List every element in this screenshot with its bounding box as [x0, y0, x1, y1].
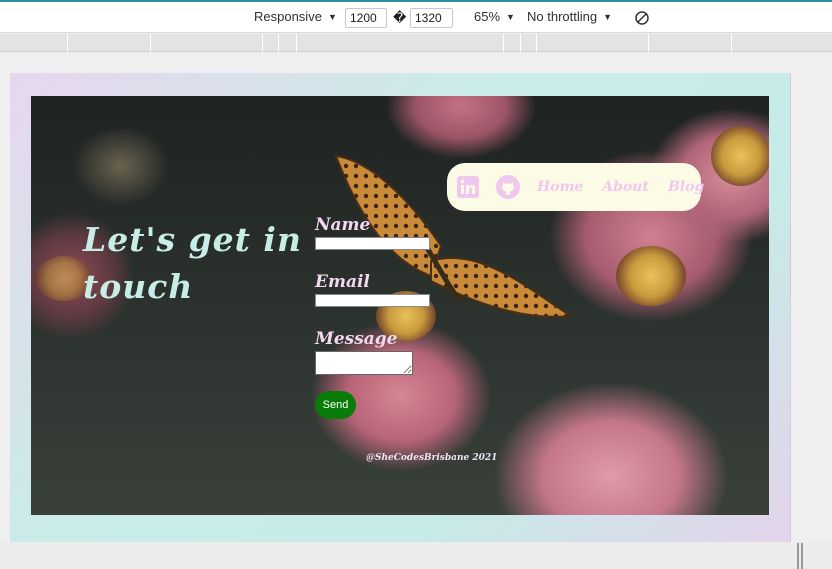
chevron-down-icon: ▼ [603, 11, 613, 22]
throttling-dropdown[interactable]: No throttling ▼ [527, 9, 612, 24]
flower-center-image [711, 126, 769, 186]
chevron-down-icon: ▼ [506, 11, 515, 22]
name-field[interactable] [315, 237, 430, 250]
ruler-tick [262, 34, 263, 52]
email-field[interactable] [315, 294, 430, 307]
device-mode-label: Responsive [254, 9, 322, 24]
github-link[interactable] [496, 175, 520, 199]
nav-link-about[interactable]: About [602, 179, 649, 195]
nav-link-blog[interactable]: Blog [668, 179, 704, 195]
page-title: Let's get in touch [83, 220, 302, 306]
linkedin-icon [457, 176, 479, 198]
ruler-tick [278, 34, 279, 52]
viewport-width-input[interactable]: 1200 [345, 8, 387, 28]
name-label: Name [315, 215, 371, 235]
github-icon [496, 175, 520, 199]
ruler-tick [503, 34, 504, 52]
ruler-tick [150, 34, 151, 52]
zoom-dropdown[interactable]: 65% ▼ [474, 9, 515, 24]
swap-dimensions-icon[interactable]: � [393, 10, 406, 26]
hero-section: Let's get in touch Home About Blog Name … [31, 96, 769, 515]
viewport-resize-handle[interactable] [797, 543, 803, 569]
linkedin-link[interactable] [457, 175, 479, 199]
ruler-tick [520, 34, 521, 52]
ruler-tick [648, 34, 649, 52]
message-field[interactable] [315, 351, 413, 375]
navbar: Home About Blog [447, 163, 704, 211]
throttling-label: No throttling [527, 9, 598, 24]
contact-form: Name Email Message Send [315, 214, 475, 419]
zoom-label: 65% [474, 9, 501, 24]
flower-center-image [616, 246, 686, 306]
device-mode-dropdown[interactable]: Responsive ▼ [254, 9, 337, 24]
send-button[interactable]: Send [315, 391, 356, 419]
media-query-ruler[interactable] [0, 34, 832, 52]
ruler-tick [536, 34, 537, 52]
footer-credit: @SheCodesBrisbane 2021 [366, 453, 498, 463]
message-label: Message [315, 329, 398, 349]
ruler-tick [296, 34, 297, 52]
viewport-height-input[interactable]: 1320 [410, 8, 453, 28]
ruler-tick [67, 34, 68, 52]
rotate-icon[interactable] [634, 10, 650, 26]
ruler-tick [731, 34, 732, 52]
email-label: Email [315, 272, 370, 292]
nav-link-home[interactable]: Home [537, 179, 583, 195]
chevron-down-icon: ▼ [327, 11, 337, 22]
device-toolbar: Responsive ▼ 1200 � 1320 65% ▼ No thrott… [0, 2, 832, 33]
